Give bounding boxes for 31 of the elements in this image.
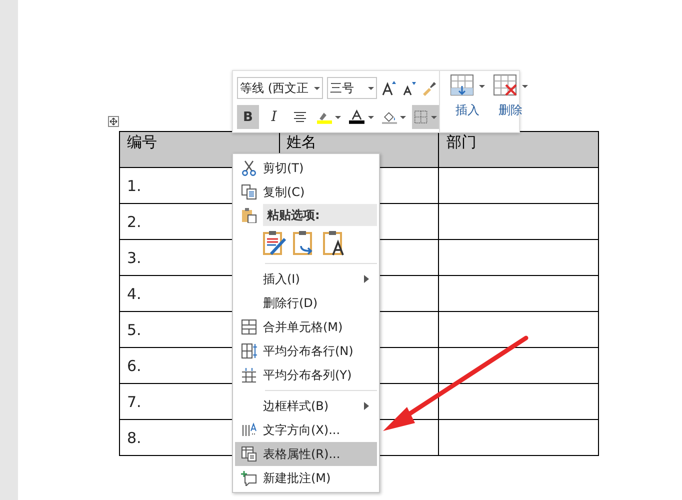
merge-cells-icon [241,319,257,335]
font-dropdown[interactable]: 等线 (西文正 [237,77,323,99]
insert-below-icon [450,74,476,98]
menu-item[interactable]: 表格属性(R)... [235,442,377,466]
font-color-icon [349,109,365,125]
submenu-arrow-icon [364,275,369,283]
format-painter-icon[interactable] [421,80,437,96]
insert-button[interactable]: 插入 [448,74,487,132]
bold-button[interactable]: B [237,105,259,129]
scissors-icon [241,160,257,176]
submenu-arrow-icon [364,402,369,410]
copy-icon [241,184,257,200]
borders-icon [414,109,428,125]
menu-item[interactable]: 新建批注(M) [235,466,377,490]
text-direction-icon [241,422,257,438]
clipboard-icon [241,207,257,223]
column-header: 部门 [438,132,598,168]
distribute-rows-icon [241,343,257,359]
italic-button[interactable]: I [263,105,285,129]
move-handle-icon[interactable] [108,116,119,127]
table-properties-icon [241,446,257,462]
grow-font-icon[interactable] [381,80,397,96]
paste-keep-format-icon[interactable] [263,230,287,256]
shrink-font-icon[interactable] [401,80,417,96]
new-comment-icon [241,470,257,486]
paint-bucket-icon [382,109,398,125]
delete-button[interactable]: 删除 [491,74,530,132]
font-size-dropdown[interactable]: 三号 [327,77,377,99]
center-align-icon [293,111,307,123]
borders-button[interactable] [412,105,439,129]
distribute-columns-icon [241,367,257,383]
